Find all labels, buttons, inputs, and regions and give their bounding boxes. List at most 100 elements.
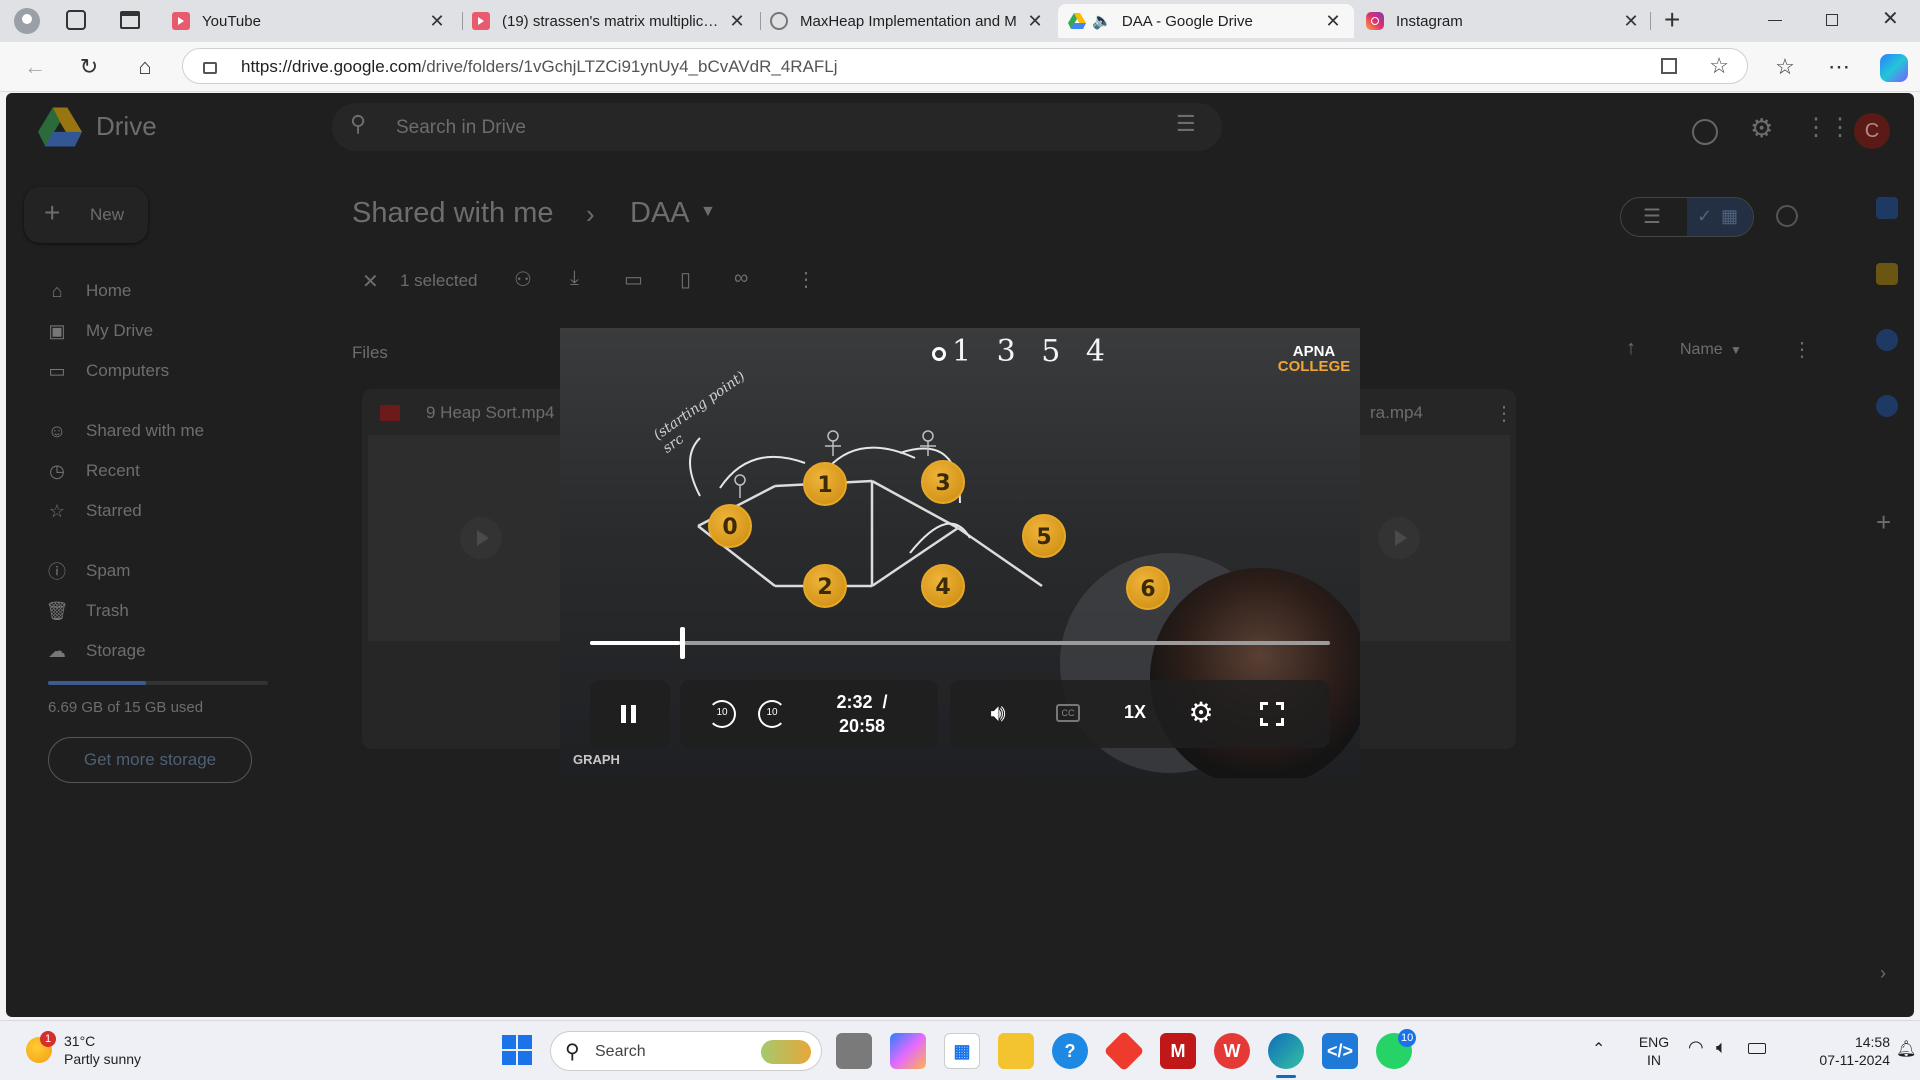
sidebar-item-storage[interactable]: ☁ Storage: [46, 636, 146, 666]
tab-instagram[interactable]: Instagram ✕: [1356, 4, 1652, 38]
address-bar[interactable]: https://drive.google.com/drive/folders/1…: [182, 48, 1748, 84]
search-placeholder[interactable]: Search in Drive: [396, 117, 526, 139]
battery-icon[interactable]: [1748, 1043, 1766, 1054]
file-explorer-icon[interactable]: [998, 1033, 1034, 1069]
more-options-icon[interactable]: ⋮: [1792, 337, 1812, 362]
tab-strassen[interactable]: (19) strassen's matrix multiplicatio ✕: [462, 4, 758, 38]
back-icon[interactable]: ←: [22, 54, 48, 80]
sidebar-item-trash[interactable]: 🗑 Trash: [46, 596, 129, 626]
sort-chevron-icon[interactable]: ▼: [1730, 343, 1742, 357]
download-icon[interactable]: ⤓: [570, 267, 579, 290]
weather-widget[interactable]: 1 31°C Partly sunny: [20, 1031, 170, 1071]
task-view-icon[interactable]: [836, 1033, 872, 1069]
favorites-icon[interactable]: ☆: [1772, 54, 1798, 80]
anydesk-icon[interactable]: [1103, 1030, 1145, 1072]
reload-icon[interactable]: ↻: [76, 54, 102, 80]
close-icon[interactable]: ✕: [726, 11, 748, 32]
more-icon[interactable]: ⋯: [1826, 54, 1852, 80]
profile-icon[interactable]: [14, 8, 40, 34]
apps-grid-icon[interactable]: ⋮⋮: [1804, 113, 1852, 142]
new-tab-icon[interactable]: +: [1664, 4, 1680, 36]
list-view-icon[interactable]: ☰: [1643, 204, 1661, 229]
restore-icon[interactable]: [1826, 14, 1838, 26]
copilot-app-icon[interactable]: [890, 1033, 926, 1069]
add-addon-icon[interactable]: +: [1876, 507, 1891, 538]
taskbar-search[interactable]: ⚲ Search: [550, 1031, 822, 1071]
filter-icon[interactable]: ☰: [1176, 111, 1196, 137]
progress-handle[interactable]: [679, 627, 685, 659]
video-player[interactable]: 1 3 5 4 (starting point) src APNA COLLEG…: [560, 328, 1360, 778]
minimize-icon[interactable]: [1768, 20, 1782, 21]
view-toggle[interactable]: ☰ ✓ ▦: [1620, 197, 1754, 237]
close-window-icon[interactable]: ✕: [1882, 6, 1899, 31]
edge-icon[interactable]: [1268, 1033, 1304, 1069]
notification-bell-icon[interactable]: 🔔︎: [1896, 1039, 1916, 1059]
sidebar-item-computers[interactable]: ▭ Computers: [46, 356, 169, 386]
fullscreen-button[interactable]: [1260, 702, 1284, 726]
calendar-icon[interactable]: [1876, 197, 1898, 219]
start-button[interactable]: [502, 1035, 532, 1065]
close-icon[interactable]: ✕: [1024, 11, 1046, 32]
speaker-icon[interactable]: 🔈: [1092, 11, 1112, 31]
pause-button[interactable]: [618, 702, 642, 726]
lock-icon[interactable]: [203, 62, 217, 74]
tab-youtube[interactable]: YouTube ✕: [162, 4, 458, 38]
move-icon[interactable]: ▭: [624, 267, 643, 292]
collapse-panel-icon[interactable]: ›: [1880, 963, 1886, 984]
close-icon[interactable]: ✕: [1620, 11, 1642, 32]
sidebar-item-recent[interactable]: ◷ Recent: [46, 456, 140, 486]
close-icon[interactable]: ✕: [426, 11, 448, 32]
details-info-icon[interactable]: [1776, 205, 1798, 227]
wps-icon[interactable]: W: [1214, 1033, 1250, 1069]
captions-button[interactable]: CC: [1056, 704, 1080, 722]
language-indicator[interactable]: ENG IN: [1634, 1033, 1674, 1069]
home-icon[interactable]: ⌂: [132, 54, 158, 80]
sort-direction-icon[interactable]: ↑: [1626, 337, 1636, 360]
sidebar-item-home[interactable]: ⌂ Home: [46, 276, 132, 306]
sidebar-item-shared[interactable]: ☺ Shared with me: [46, 416, 204, 446]
speed-button[interactable]: 1X: [1118, 702, 1152, 723]
play-icon[interactable]: [460, 517, 502, 559]
volume-button[interactable]: 🔊︎: [984, 700, 1012, 728]
more-actions-icon[interactable]: ⋮: [796, 267, 816, 292]
wifi-icon[interactable]: ◠: [1688, 1037, 1704, 1058]
rewind-10-button[interactable]: 10: [708, 700, 736, 728]
search-icon[interactable]: ⚲: [350, 111, 366, 137]
tab-drive[interactable]: 🔈 DAA - Google Drive ✕: [1058, 4, 1354, 38]
store-icon[interactable]: ▦: [944, 1033, 980, 1069]
url-text[interactable]: https://drive.google.com/drive/folders/1…: [241, 57, 838, 77]
drive-logo-icon[interactable]: [38, 107, 82, 152]
mcafee-icon[interactable]: M: [1160, 1033, 1196, 1069]
copilot-icon[interactable]: [1880, 54, 1908, 82]
close-icon[interactable]: ✕: [1322, 11, 1344, 32]
keep-icon[interactable]: [1876, 263, 1898, 285]
settings-icon[interactable]: ⚙: [1750, 113, 1773, 144]
help-icon[interactable]: [1692, 119, 1718, 145]
app-available-icon[interactable]: [1661, 58, 1677, 74]
share-icon[interactable]: ⚇: [514, 267, 532, 292]
favorite-star-icon[interactable]: ☆: [1709, 53, 1729, 79]
trash-icon[interactable]: ▯: [680, 267, 691, 292]
sort-name[interactable]: Name: [1680, 341, 1723, 359]
sidebar-item-starred[interactable]: ☆ Starred: [46, 496, 142, 526]
play-icon[interactable]: [1378, 517, 1420, 559]
workspaces-icon[interactable]: [66, 10, 86, 30]
help-app-icon[interactable]: ?: [1052, 1033, 1088, 1069]
tab-maxheap[interactable]: MaxHeap Implementation and M ✕: [760, 4, 1056, 38]
tab-actions-icon[interactable]: [120, 11, 140, 29]
sidebar-item-my-drive[interactable]: ▣ My Drive: [46, 316, 153, 346]
contacts-icon[interactable]: [1876, 395, 1898, 417]
show-hidden-icons[interactable]: ⌃: [1592, 1039, 1605, 1059]
vscode-icon[interactable]: </>: [1322, 1033, 1358, 1069]
avatar[interactable]: C: [1854, 113, 1890, 149]
breadcrumb-parent[interactable]: Shared with me: [352, 197, 554, 230]
breadcrumb-current[interactable]: DAA: [630, 197, 690, 230]
volume-icon[interactable]: 🔈︎: [1716, 1037, 1727, 1058]
grid-view-button[interactable]: ✓ ▦: [1687, 198, 1753, 236]
forward-10-button[interactable]: 10: [758, 700, 786, 728]
clock[interactable]: 14:58 07-11-2024: [1780, 1033, 1890, 1069]
link-icon[interactable]: ∞: [734, 267, 748, 290]
new-button[interactable]: + New: [24, 187, 148, 243]
chevron-down-icon[interactable]: ▼: [700, 203, 716, 221]
clear-selection-icon[interactable]: ✕: [362, 269, 379, 294]
